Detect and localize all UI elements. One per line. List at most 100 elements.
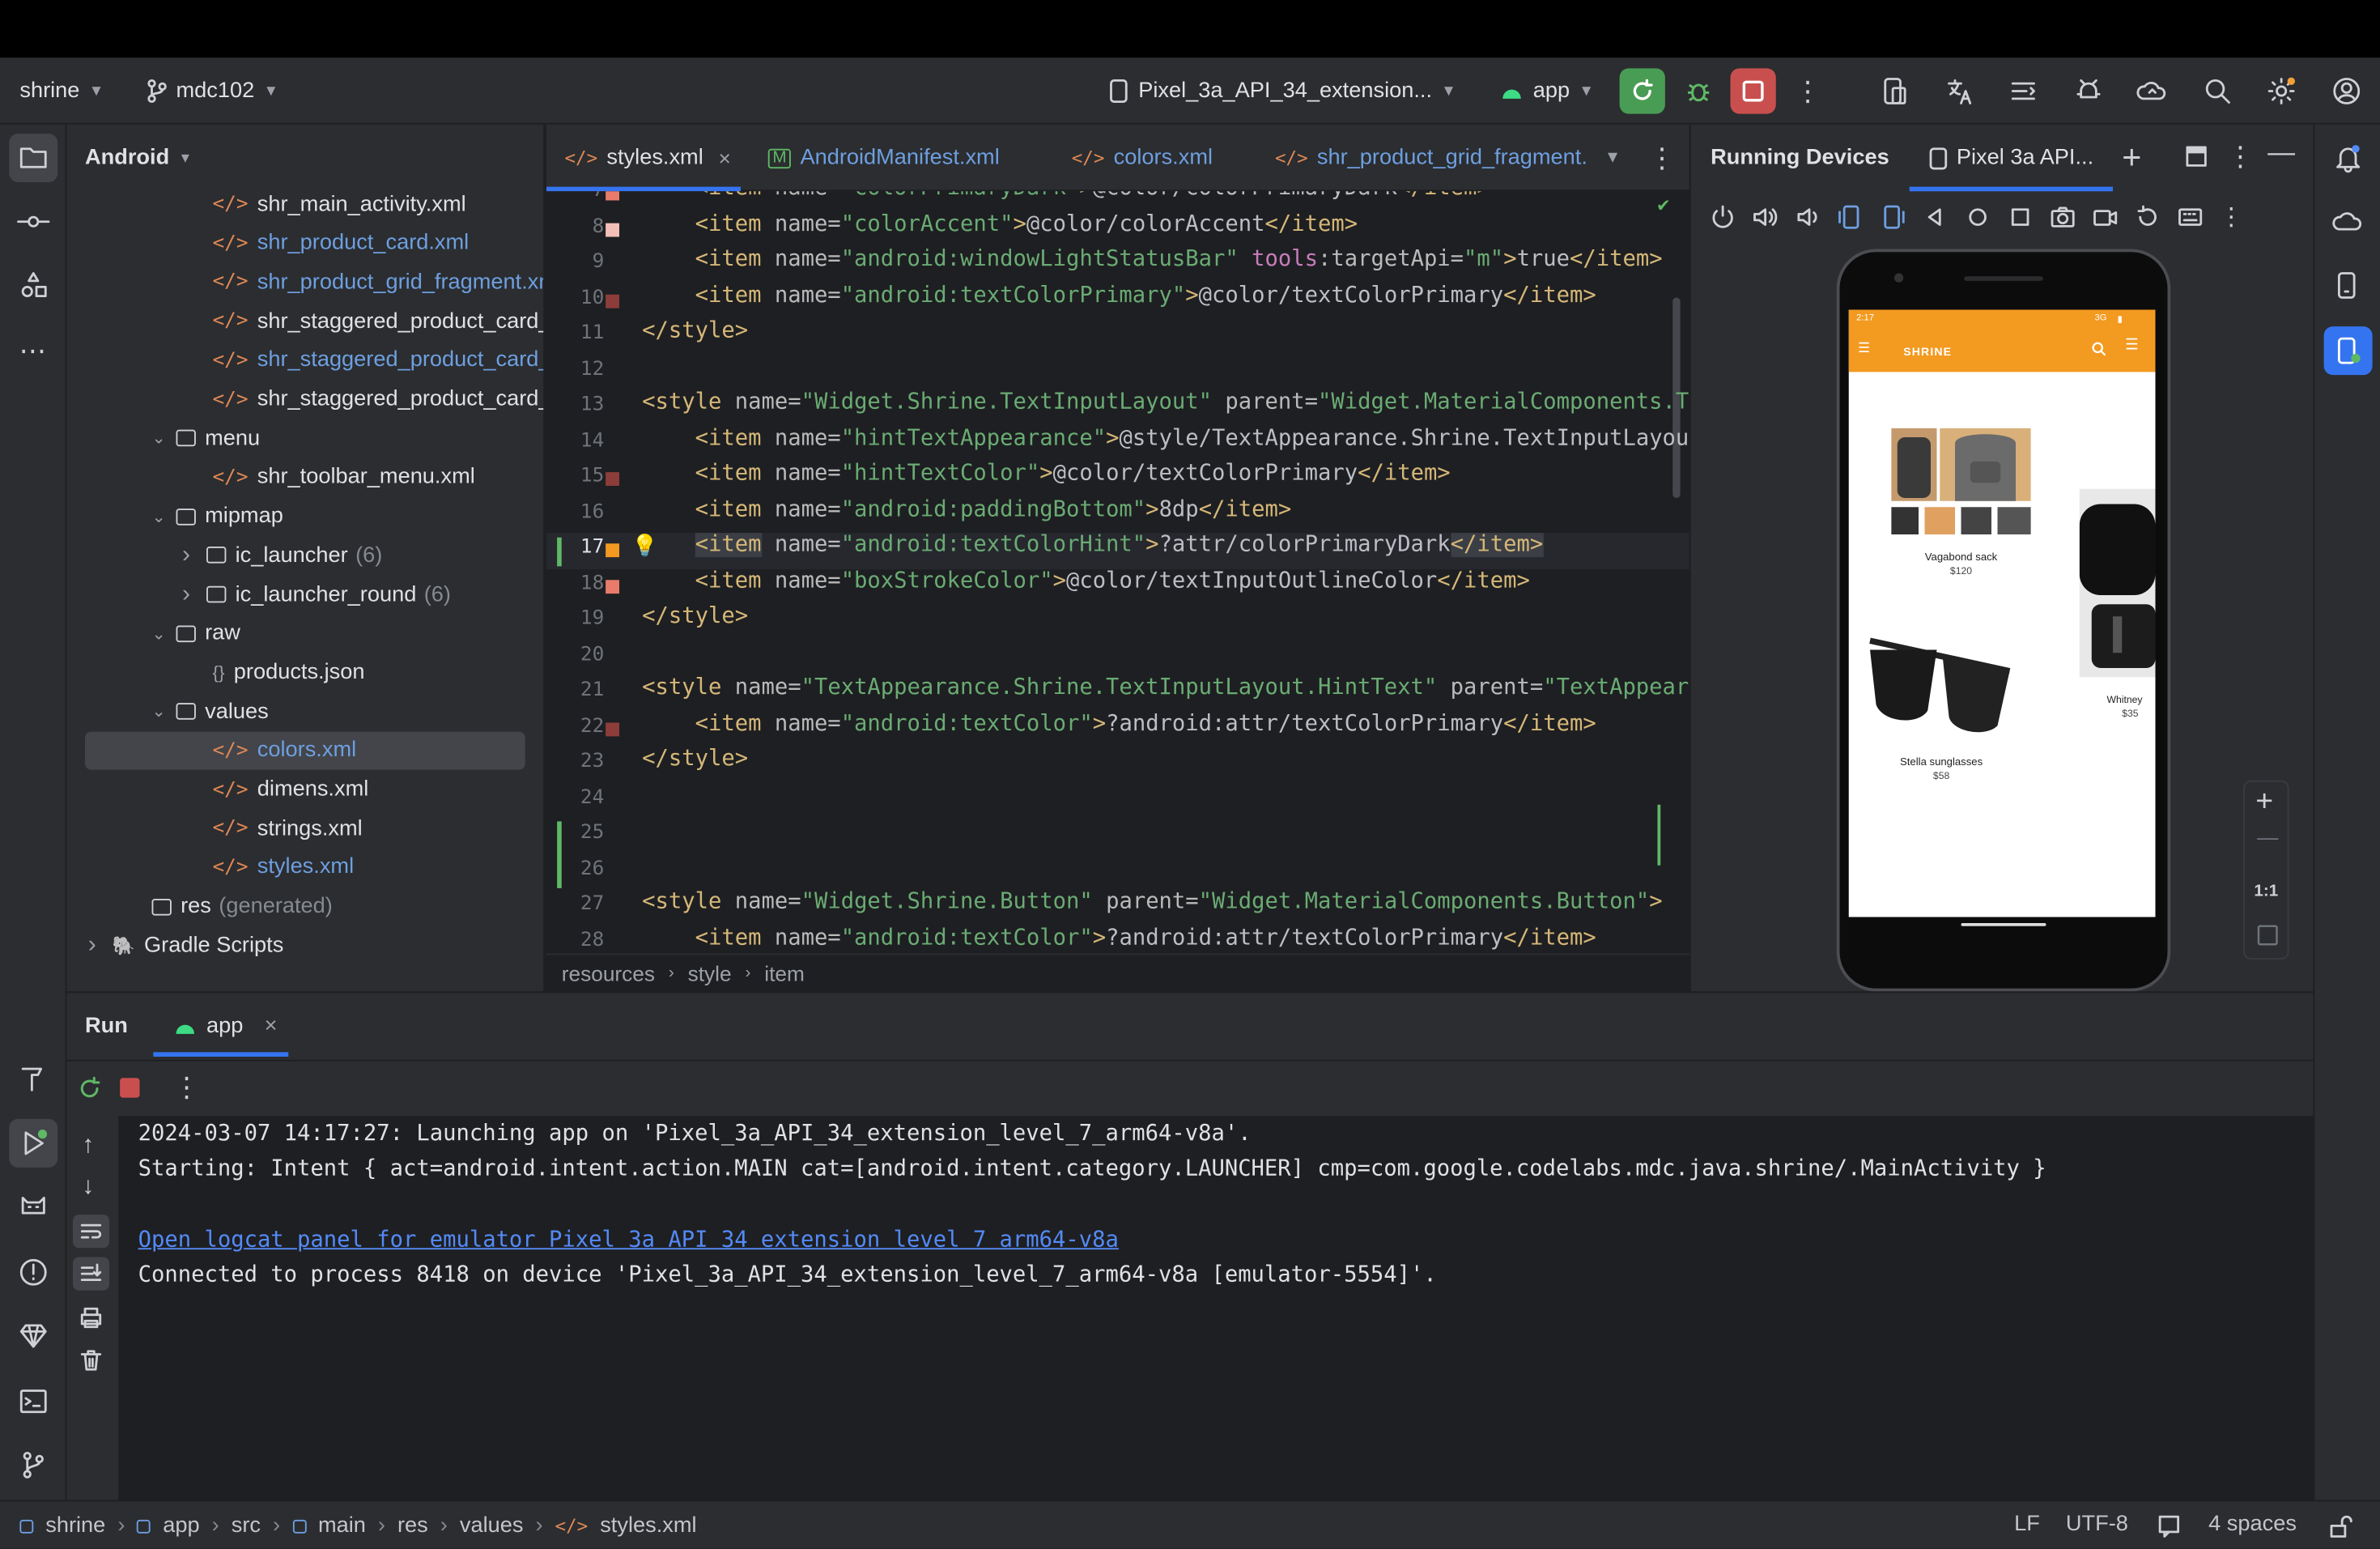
tree-item[interactable]: </>styles.xml (67, 849, 546, 887)
file-encoding[interactable]: UTF-8 (2066, 1513, 2128, 1537)
project-view-selector[interactable]: Android ▼ (85, 125, 192, 192)
product-image-vagabond-sack[interactable] (1891, 428, 2031, 534)
tree-item[interactable]: </>dimens.xml (67, 771, 546, 809)
debug-button[interactable] (1676, 68, 1721, 113)
tree-item[interactable]: ⌄raw (67, 615, 546, 653)
run-tool-button[interactable] (9, 1119, 57, 1168)
status-path-item[interactable]: values (460, 1513, 524, 1538)
color-swatch-marker[interactable] (606, 223, 619, 236)
device-screen[interactable]: 2:17 3G ▮ ☰ SHRINE ☰ (1849, 310, 2156, 917)
resource-manager-button[interactable] (9, 262, 57, 310)
more-vertical-icon[interactable]: ⋮ (173, 1072, 201, 1104)
close-icon[interactable]: × (265, 1015, 278, 1039)
gemini-side-button[interactable] (2324, 198, 2373, 246)
device-selector[interactable]: Pixel_3a_API_34_extension... ▼ (1108, 57, 1456, 125)
tab-pixel-3a[interactable]: Pixel 3a API... (1929, 125, 2093, 192)
arrow-down-icon[interactable]: ↓ (82, 1173, 94, 1201)
account-button[interactable] (2324, 68, 2369, 113)
volume-down-icon[interactable] (1794, 203, 1821, 231)
filter-icon[interactable]: ☰ (2125, 337, 2139, 354)
breadcrumb-item[interactable]: resources (562, 961, 655, 985)
build-tool-button[interactable] (9, 1053, 57, 1102)
code-editor[interactable]: ✔ 7 <item name="colorPrimaryDark">@color… (546, 191, 1689, 953)
tab-colors-xml[interactable]: </> colors.xml (1072, 125, 1213, 192)
project-tool-button[interactable] (9, 134, 57, 182)
close-icon[interactable]: × (719, 146, 731, 170)
tree-item[interactable]: res(generated) (67, 887, 546, 926)
git-tool-button[interactable] (9, 1440, 57, 1489)
terminal-tool-button[interactable] (9, 1377, 57, 1426)
add-device-button[interactable]: + (2122, 138, 2141, 178)
status-path-item[interactable]: shrine (45, 1513, 105, 1538)
status-path-item[interactable]: src (232, 1513, 261, 1538)
search-icon[interactable] (2092, 342, 2107, 357)
home-icon[interactable] (1964, 203, 1991, 231)
rerun-button[interactable] (1620, 68, 1665, 113)
arrow-up-icon[interactable]: ↑ (82, 1133, 94, 1160)
tab-product-grid-fragment[interactable]: </> shr_product_grid_fragment. (1275, 125, 1587, 192)
stop-button[interactable] (1731, 68, 1776, 113)
back-icon[interactable] (1922, 203, 1949, 231)
tree-item[interactable]: </>shr_toolbar_menu.xml (67, 458, 546, 496)
status-path-item[interactable]: styles.xml (600, 1513, 696, 1538)
chevron-down-icon[interactable]: ⌄ (152, 428, 176, 448)
soft-wrap-button[interactable] (73, 1215, 109, 1248)
tree-item[interactable]: ⌄values (67, 692, 546, 730)
more-vertical-icon[interactable]: ⋮ (2227, 141, 2255, 172)
chevron-down-icon[interactable]: ⌄ (152, 506, 176, 526)
sdk-manager-button[interactable] (2066, 68, 2111, 113)
tree-item[interactable]: </>shr_staggered_product_card_f (67, 302, 546, 340)
more-tools-button[interactable]: ⋯ (9, 326, 57, 375)
status-path-item[interactable]: main (318, 1513, 366, 1538)
commit-tool-button[interactable] (9, 198, 57, 246)
chevron-down-icon[interactable]: ⌄ (152, 701, 176, 721)
window-layout-icon[interactable] (2186, 146, 2207, 167)
tree-item[interactable]: </>shr_staggered_product_card_t (67, 381, 546, 419)
keyboard-icon[interactable] (2177, 203, 2204, 231)
more-actions-button[interactable]: ⋮ (1785, 68, 1830, 113)
logcat-tool-button[interactable] (9, 1183, 57, 1232)
line-separator[interactable]: LF (2014, 1513, 2040, 1537)
tab-android-manifest[interactable]: M AndroidManifest.xml (768, 125, 1000, 192)
tree-item[interactable]: </>shr_product_card.xml (67, 224, 546, 262)
tree-item[interactable]: ⌄mipmap (67, 497, 546, 535)
app-quality-button[interactable] (9, 1312, 57, 1360)
rerun-icon[interactable] (76, 1075, 104, 1103)
tree-item[interactable]: </>shr_main_activity.xml (67, 185, 546, 223)
print-icon[interactable] (79, 1306, 104, 1330)
zoom-actual-size[interactable]: 1:1 (2254, 882, 2278, 900)
chevron-right-icon[interactable]: › (182, 542, 206, 569)
gemini-button[interactable] (2130, 68, 2175, 113)
breadcrumb-item[interactable]: style (688, 961, 732, 985)
color-swatch-marker[interactable] (606, 294, 619, 308)
run-tab-app[interactable]: app × (173, 993, 278, 1060)
color-swatch-marker[interactable] (606, 543, 619, 557)
video-record-icon[interactable] (2092, 203, 2119, 231)
overview-icon[interactable] (2007, 203, 2034, 231)
search-button[interactable] (2195, 68, 2240, 113)
zoom-in-button[interactable]: + (2255, 785, 2273, 819)
tree-item[interactable]: </>shr_product_grid_fragment.xm (67, 263, 546, 301)
menu-icon[interactable]: ☰ (1858, 340, 1870, 357)
device-manager-side-button[interactable] (2324, 262, 2373, 310)
camera-icon[interactable] (2049, 203, 2076, 231)
rotate-right-icon[interactable] (1879, 203, 1906, 231)
breadcrumb-item[interactable]: item (764, 961, 805, 985)
chevron-down-icon[interactable]: ⌄ (152, 623, 176, 643)
minimize-icon[interactable]: — (2267, 137, 2295, 168)
status-path-item[interactable]: res (397, 1513, 428, 1538)
color-swatch-marker[interactable] (606, 722, 619, 736)
reset-icon[interactable] (2134, 203, 2161, 231)
product-image-whitney[interactable] (2080, 489, 2156, 678)
unlock-icon[interactable] (2328, 1513, 2352, 1538)
trash-icon[interactable] (79, 1348, 104, 1372)
tree-item[interactable]: ⌄menu (67, 419, 546, 457)
tree-item[interactable]: ›🐘Gradle Scripts (67, 926, 546, 964)
chevron-right-icon[interactable]: › (88, 932, 113, 960)
scroll-to-end-button[interactable] (73, 1257, 109, 1291)
power-icon[interactable] (1709, 203, 1736, 231)
tree-item[interactable]: ›ic_launcher_round(6) (67, 576, 546, 614)
lightbulb-icon[interactable]: 💡 (631, 534, 658, 559)
fit-screen-icon[interactable] (2257, 925, 2278, 946)
rotate-left-icon[interactable] (1837, 203, 1864, 231)
